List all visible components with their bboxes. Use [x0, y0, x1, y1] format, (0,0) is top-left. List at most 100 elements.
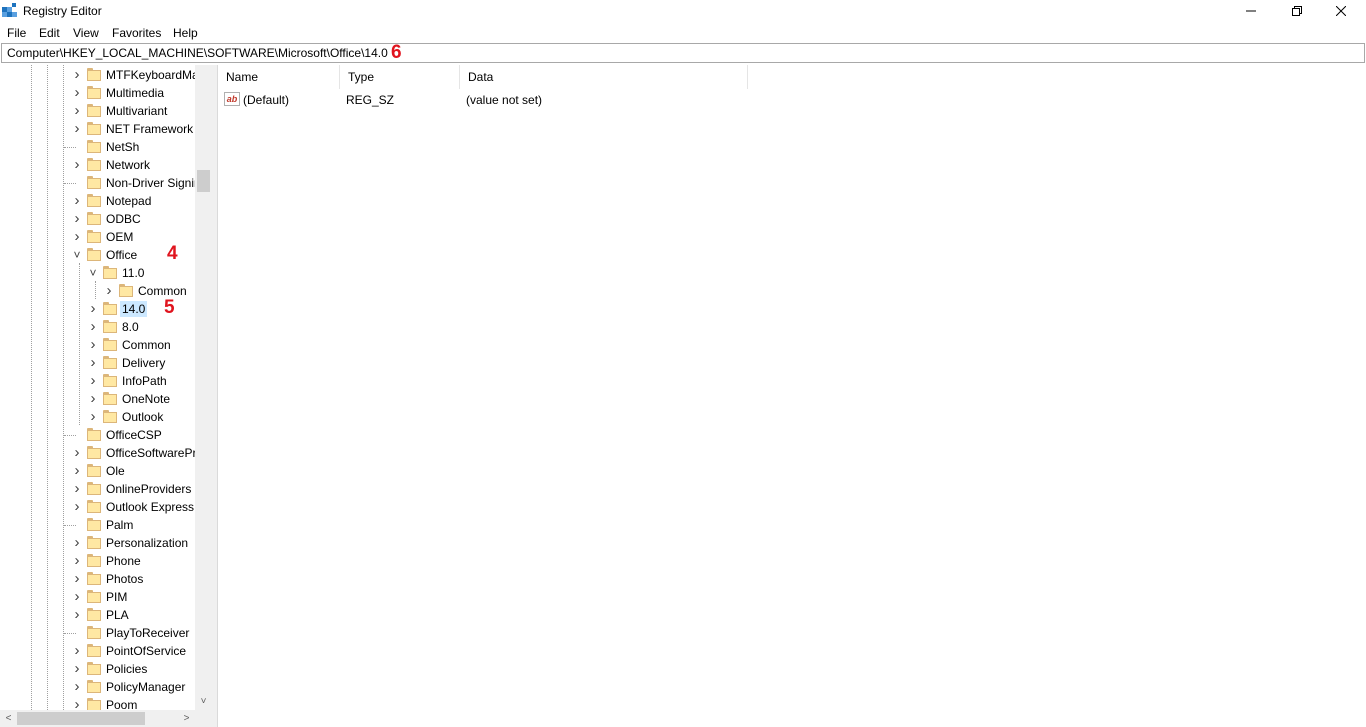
tree-node-label[interactable]: PIM: [104, 589, 129, 605]
tree-node-label[interactable]: OEM: [104, 229, 135, 245]
key-tree-pane[interactable]: ›MTFKeyboardMappings›Multimedia›Multivar…: [0, 65, 212, 727]
tree-node-label[interactable]: Non-Driver Signing: [104, 175, 209, 191]
chevron-right-icon[interactable]: ›: [88, 337, 98, 352]
chevron-down-icon[interactable]: ˅: [88, 266, 98, 280]
tree-node-label[interactable]: OneNote: [120, 391, 172, 407]
address-bar[interactable]: Computer\HKEY_LOCAL_MACHINE\SOFTWARE\Mic…: [1, 43, 1365, 63]
tree-node[interactable]: › Outlook Express: [0, 498, 195, 516]
chevron-right-icon[interactable]: ›: [72, 499, 82, 514]
tree-node-label[interactable]: Phone: [104, 553, 143, 569]
tree-node[interactable]: › OneNote: [0, 390, 195, 408]
chevron-right-icon[interactable]: ›: [72, 445, 82, 460]
tree-node[interactable]: PlayToReceiver: [0, 624, 195, 642]
tree-node[interactable]: › OEM: [0, 228, 195, 246]
tree-node-label[interactable]: OfficeCSP: [104, 427, 164, 443]
tree-node-label[interactable]: Personalization: [104, 535, 190, 551]
tree-node[interactable]: ˅ Office: [0, 246, 195, 264]
tree-node[interactable]: › Policies: [0, 660, 195, 678]
tree-node-label[interactable]: Notepad: [104, 193, 153, 209]
tree-node[interactable]: › 8.0: [0, 318, 195, 336]
menu-help[interactable]: Help: [173, 26, 198, 40]
menu-favorites[interactable]: Favorites: [112, 26, 161, 40]
tree-node[interactable]: › OnlineProviders: [0, 480, 195, 498]
column-header-name[interactable]: Name: [218, 65, 340, 89]
tree-node-label[interactable]: Outlook: [120, 409, 165, 425]
chevron-right-icon[interactable]: ›: [88, 355, 98, 370]
tree-vertical-scroll-thumb[interactable]: [197, 170, 210, 192]
chevron-right-icon[interactable]: ›: [72, 607, 82, 622]
tree-node-label[interactable]: Common: [120, 337, 173, 353]
chevron-right-icon[interactable]: ›: [72, 211, 82, 226]
tree-node-label[interactable]: Palm: [104, 517, 135, 533]
tree-node[interactable]: › Common: [0, 336, 195, 354]
tree-node-label[interactable]: Multivariant: [104, 103, 169, 119]
tree-node[interactable]: › PointOfService: [0, 642, 195, 660]
tree-node[interactable]: › InfoPath: [0, 372, 195, 390]
chevron-right-icon[interactable]: ›: [88, 301, 98, 316]
menu-edit[interactable]: Edit: [39, 26, 60, 40]
tree-node-label-selected[interactable]: 14.0: [120, 301, 148, 317]
tree-node[interactable]: › Outlook: [0, 408, 195, 426]
tree-node[interactable]: › PIM: [0, 588, 195, 606]
tree-node-label[interactable]: Office: [104, 247, 139, 263]
chevron-right-icon[interactable]: ›: [72, 85, 82, 100]
chevron-right-icon[interactable]: ›: [72, 589, 82, 604]
tree-node[interactable]: ˅ 11.0: [0, 264, 195, 282]
chevron-right-icon[interactable]: ›: [72, 121, 82, 136]
tree-node-label[interactable]: 8.0: [120, 319, 141, 335]
column-header-type[interactable]: Type: [340, 65, 460, 89]
tree-node-label[interactable]: Ole: [104, 463, 127, 479]
tree-node[interactable]: NetSh: [0, 138, 195, 156]
menu-view[interactable]: View: [73, 26, 99, 40]
tree-node[interactable]: › Ole: [0, 462, 195, 480]
chevron-right-icon[interactable]: ›: [88, 373, 98, 388]
tree-node-label[interactable]: Multimedia: [104, 85, 166, 101]
chevron-right-icon[interactable]: ›: [72, 643, 82, 658]
chevron-right-icon[interactable]: ›: [72, 661, 82, 676]
scroll-right-arrow-icon[interactable]: >: [178, 710, 195, 727]
tree-node-label[interactable]: Photos: [104, 571, 145, 587]
tree-node[interactable]: Palm: [0, 516, 195, 534]
tree-node-label[interactable]: NetSh: [104, 139, 141, 155]
chevron-right-icon[interactable]: ›: [72, 535, 82, 550]
tree-node-label[interactable]: 11.0: [120, 265, 146, 281]
tree-horizontal-scrollbar[interactable]: < >: [0, 710, 195, 727]
chevron-right-icon[interactable]: ›: [72, 679, 82, 694]
tree-node-label[interactable]: Delivery: [120, 355, 167, 371]
tree-node[interactable]: › Photos: [0, 570, 195, 588]
tree-node[interactable]: Non-Driver Signing: [0, 174, 207, 192]
tree-horizontal-scroll-thumb[interactable]: [17, 712, 145, 725]
chevron-right-icon[interactable]: ›: [72, 157, 82, 172]
chevron-right-icon[interactable]: ›: [88, 409, 98, 424]
tree-node-label[interactable]: Common: [136, 283, 189, 299]
tree-node-label[interactable]: ODBC: [104, 211, 143, 227]
tree-node-label[interactable]: Policies: [104, 661, 149, 677]
tree-node[interactable]: › Personalization: [0, 534, 195, 552]
tree-node-label[interactable]: PointOfService: [104, 643, 188, 659]
tree-node-label[interactable]: InfoPath: [120, 373, 169, 389]
tree-node[interactable]: › Phone: [0, 552, 195, 570]
chevron-right-icon[interactable]: ›: [72, 67, 82, 82]
chevron-right-icon[interactable]: ›: [72, 103, 82, 118]
chevron-right-icon[interactable]: ›: [72, 229, 82, 244]
values-list-pane[interactable]: Name Type Data ab (Default) REG_SZ (valu…: [217, 65, 1366, 727]
tree-vertical-scrollbar[interactable]: ˅: [195, 65, 212, 710]
tree-node[interactable]: ›OfficeSoftwareProtectionPlatform: [0, 444, 213, 462]
tree-node-label[interactable]: PLA: [104, 607, 131, 623]
chevron-right-icon[interactable]: ›: [88, 319, 98, 334]
chevron-right-icon[interactable]: ›: [72, 463, 82, 478]
tree-node[interactable]: › ODBC: [0, 210, 195, 228]
chevron-right-icon[interactable]: ›: [72, 193, 82, 208]
chevron-down-icon[interactable]: ˅: [72, 248, 82, 262]
chevron-right-icon[interactable]: ›: [88, 391, 98, 406]
scroll-down-arrow-icon[interactable]: ˅: [195, 693, 212, 710]
address-path[interactable]: Computer\HKEY_LOCAL_MACHINE\SOFTWARE\Mic…: [7, 46, 388, 60]
tree-node[interactable]: › Multivariant: [0, 102, 195, 120]
tree-node-label[interactable]: OnlineProviders: [104, 481, 193, 497]
minimize-button[interactable]: [1228, 0, 1274, 22]
tree-node[interactable]: › PolicyManager: [0, 678, 195, 696]
chevron-right-icon[interactable]: ›: [72, 571, 82, 586]
chevron-right-icon[interactable]: ›: [72, 553, 82, 568]
tree-node-label[interactable]: PolicyManager: [104, 679, 187, 695]
tree-node[interactable]: › Delivery: [0, 354, 195, 372]
